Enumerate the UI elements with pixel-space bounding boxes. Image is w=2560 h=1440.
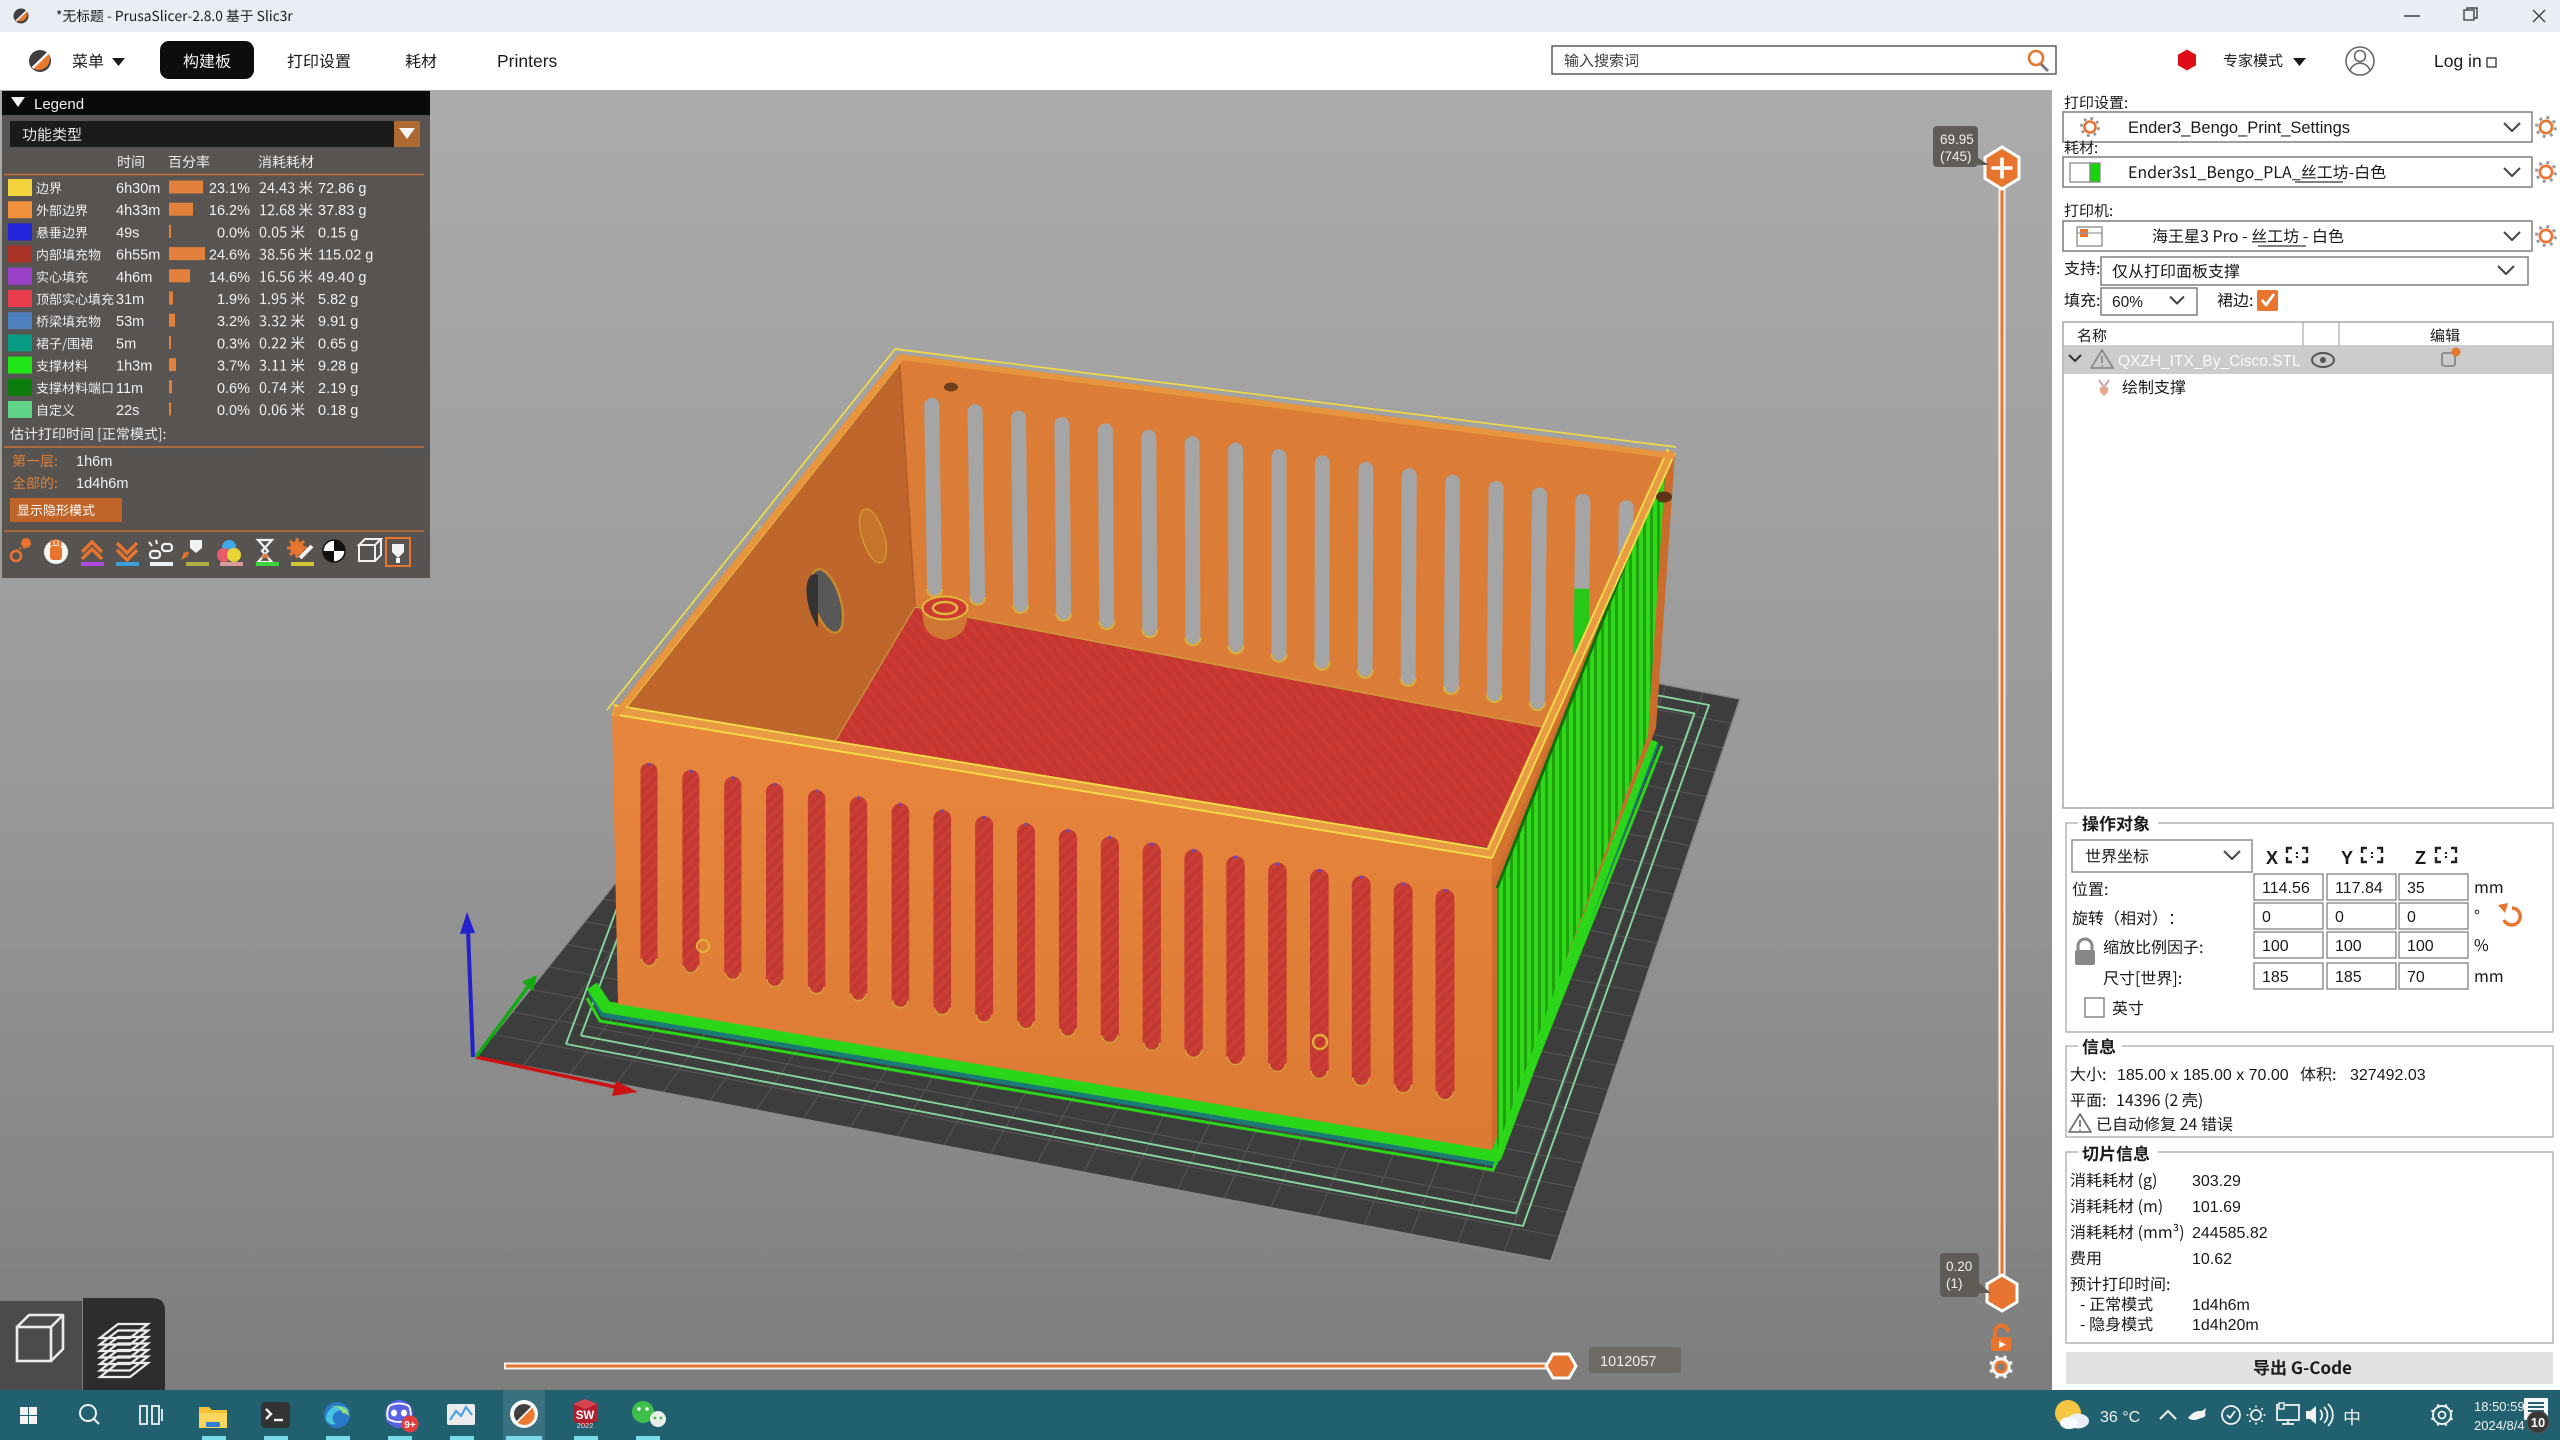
svg-text:9.91 g: 9.91 g [318,314,358,330]
svg-text:185: 185 [2335,969,2362,986]
svg-text:0.65 g: 0.65 g [318,336,358,352]
svg-text:36 °C: 36 °C [2100,1409,2140,1426]
svg-text:24.6%: 24.6% [209,248,250,264]
svg-text:0.3%: 0.3% [217,336,250,352]
svg-text:Legend: Legend [34,96,84,113]
svg-text:0: 0 [2262,909,2271,926]
svg-text:70: 70 [2407,969,2425,986]
svg-text:1h6m: 1h6m [76,454,112,470]
svg-text:Y: Y [2341,848,2353,868]
svg-text:23.1%: 23.1% [209,181,250,197]
svg-text:327492.03: 327492.03 [2350,1067,2426,1084]
svg-text:114.56: 114.56 [2262,880,2310,897]
svg-text:37.83 g: 37.83 g [318,203,366,219]
svg-text:53m: 53m [116,314,144,330]
svg-text:0.20: 0.20 [1946,1259,1972,1274]
svg-text:10.62: 10.62 [2192,1251,2232,1268]
svg-text:101.69: 101.69 [2192,1199,2241,1216]
svg-text:185.00 x 185.00 x 70.00: 185.00 x 185.00 x 70.00 [2117,1067,2289,1084]
svg-text:10: 10 [2531,1415,2545,1430]
svg-text:185: 185 [2262,969,2289,986]
svg-text:9.28 g: 9.28 g [318,359,358,375]
svg-text:1d4h6m: 1d4h6m [2192,1297,2250,1314]
svg-text:0.18 g: 0.18 g [318,403,358,419]
svg-text:14.6%: 14.6% [209,270,250,286]
svg-text:6h55m: 6h55m [116,248,160,264]
svg-text:3.7%: 3.7% [217,359,250,375]
svg-text:0.0%: 0.0% [217,225,250,241]
svg-text:6h30m: 6h30m [116,181,160,197]
svg-text:Ender3_Bengo_Print_Settings: Ender3_Bengo_Print_Settings [2128,119,2350,137]
svg-text:60%: 60% [2112,294,2143,311]
svg-text:1d4h6m: 1d4h6m [76,476,128,492]
svg-text:1012057: 1012057 [1600,1354,1656,1370]
svg-text:69.95: 69.95 [1940,132,1974,147]
svg-text:1d4h20m: 1d4h20m [2192,1317,2259,1334]
svg-text:(1): (1) [1946,1276,1963,1291]
svg-text:4h33m: 4h33m [116,203,160,219]
svg-text:100: 100 [2407,938,2434,955]
svg-text:1.9%: 1.9% [217,292,250,308]
svg-text:2.19 g: 2.19 g [318,381,358,397]
svg-text:0.0%: 0.0% [217,403,250,419]
svg-text:0.6%: 0.6% [217,381,250,397]
svg-text:QXZH_ITX_By_Cisco.STL: QXZH_ITX_By_Cisco.STL [2118,353,2301,370]
svg-text:0: 0 [2407,909,2416,926]
svg-text:5.82 g: 5.82 g [318,292,358,308]
svg-text:Printers: Printers [497,51,558,71]
svg-text:100: 100 [2262,938,2289,955]
svg-text:Log in: Log in [2434,51,2482,71]
svg-text:49.40 g: 49.40 g [318,270,366,286]
svg-text:16.2%: 16.2% [209,203,250,219]
svg-text:22s: 22s [116,403,139,419]
svg-text:9+: 9+ [404,1420,416,1431]
svg-text:303.29: 303.29 [2192,1173,2241,1190]
svg-text:115.02 g: 115.02 g [318,248,373,264]
svg-text:2024/8/4: 2024/8/4 [2474,1418,2525,1433]
svg-text:0: 0 [2335,909,2344,926]
svg-text:35: 35 [2407,880,2425,897]
svg-text:3.2%: 3.2% [217,314,250,330]
svg-text:5m: 5m [116,336,136,352]
svg-text:18:50:59: 18:50:59 [2474,1399,2525,1414]
svg-text:0.15 g: 0.15 g [318,225,358,241]
svg-text:4h6m: 4h6m [116,270,152,286]
svg-text:72.86 g: 72.86 g [318,181,366,197]
svg-text:Z: Z [2415,848,2426,868]
svg-text:11m: 11m [116,381,143,397]
svg-text:2022: 2022 [577,1421,594,1430]
svg-text:244585.82: 244585.82 [2192,1225,2268,1242]
svg-text:X: X [2266,848,2278,868]
svg-text:31m: 31m [116,292,144,308]
svg-text:117.84: 117.84 [2335,880,2383,897]
svg-text:1h3m: 1h3m [116,359,152,375]
svg-text:49s: 49s [116,225,139,241]
svg-text:(745): (745) [1940,149,1972,164]
svg-text:100: 100 [2335,938,2362,955]
